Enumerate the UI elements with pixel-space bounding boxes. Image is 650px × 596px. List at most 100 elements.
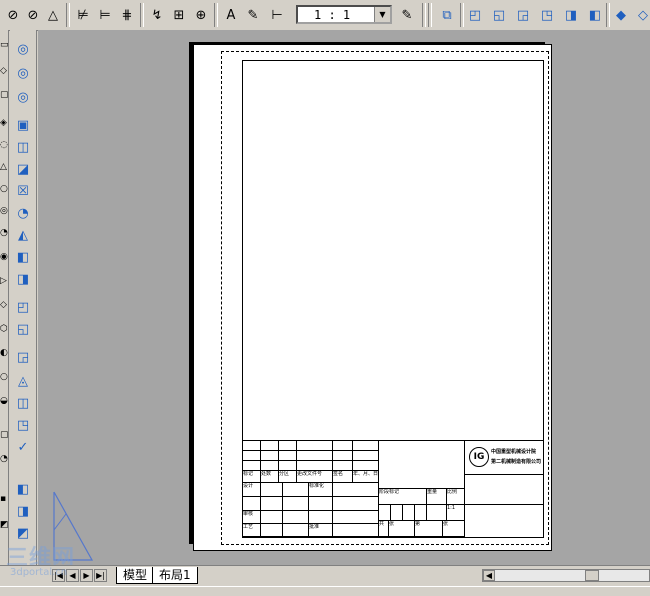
tool-icon[interactable]: ◈: [0, 118, 8, 132]
layout-tab-bar: |◀ ◀ ▶ ▶| 模型 布局1 ◀: [0, 565, 650, 586]
cube-front-icon[interactable]: ◱: [488, 4, 510, 26]
extrude-face-icon[interactable]: ▣: [12, 114, 34, 136]
tb-cell: [379, 505, 391, 521]
tb-sheet: 张: [389, 521, 415, 537]
color-face-icon[interactable]: ◨: [12, 268, 34, 290]
view-icon[interactable]: ⧉: [436, 4, 458, 26]
separate-icon[interactable]: ◫: [12, 392, 34, 414]
tool-icon[interactable]: ◔: [0, 454, 8, 468]
dim-style-icon[interactable]: ⊢: [266, 4, 288, 26]
color-edge-icon[interactable]: ◱: [12, 318, 34, 340]
delete-face-icon[interactable]: ☒: [12, 180, 34, 202]
tool-icon[interactable]: ◐: [0, 348, 8, 362]
tool-icon[interactable]: ▢: [0, 430, 8, 444]
toolbar-separator: [140, 3, 144, 27]
tb-page: 张: [443, 521, 465, 537]
scale-edit-icon[interactable]: ✎: [396, 4, 418, 26]
tb-label: 分区: [279, 471, 297, 483]
tab-model[interactable]: 模型: [116, 567, 155, 584]
cube-right-icon[interactable]: ◳: [536, 4, 558, 26]
scroll-left-icon[interactable]: ◀: [483, 570, 495, 581]
solid-subtract-icon[interactable]: ◎: [12, 62, 34, 84]
prev-tab-icon[interactable]: ◀: [66, 569, 79, 582]
tb-drawing-name: [379, 441, 465, 489]
offset-face-icon[interactable]: ◪: [12, 158, 34, 180]
tb-cell: [243, 497, 261, 511]
cube-iso-icon[interactable]: ◆: [610, 4, 632, 26]
tb-stage-mark: 阶段标记: [379, 489, 427, 505]
layer2-icon[interactable]: ◨: [12, 500, 34, 522]
solid-intersect-icon[interactable]: ◎: [12, 86, 34, 108]
tb-cell: [279, 441, 297, 451]
tb-cell: [415, 505, 427, 521]
move-face-icon[interactable]: ◫: [12, 136, 34, 158]
copy-edge-icon[interactable]: ◰: [12, 296, 34, 318]
target-icon[interactable]: ⊕: [190, 4, 212, 26]
dim-icon[interactable]: ⊨: [94, 4, 116, 26]
dim-grid-icon[interactable]: ⋕: [116, 4, 138, 26]
leader-icon[interactable]: ↯: [146, 4, 168, 26]
tb-label: 标记: [243, 471, 261, 483]
tool-icon[interactable]: ▭: [0, 40, 8, 54]
tool-icon[interactable]: ◒: [0, 396, 8, 410]
tool-icon[interactable]: ▢: [0, 90, 8, 104]
tool-icon[interactable]: ◉: [0, 252, 8, 266]
shell-icon[interactable]: ◳: [12, 414, 34, 436]
taper-face-icon[interactable]: ◭: [12, 224, 34, 246]
scale-combo[interactable]: 1 : 1 ▼: [296, 5, 392, 24]
tb-weight: 重量: [427, 489, 447, 505]
last-tab-icon[interactable]: ▶|: [94, 569, 107, 582]
dim-align-icon[interactable]: ⊭: [72, 4, 94, 26]
tool-icon[interactable]: ○: [0, 372, 8, 386]
text-edit-icon[interactable]: ✎: [242, 4, 264, 26]
solid-union-icon[interactable]: ◎: [12, 38, 34, 60]
text-a-icon[interactable]: A: [220, 4, 242, 26]
cube-iso-icon[interactable]: ◧: [584, 4, 606, 26]
cube-iso2-icon[interactable]: ◇: [632, 4, 650, 26]
cube-top-icon[interactable]: ◰: [464, 4, 486, 26]
drawing-canvas[interactable]: 标记 处数 分区 更改文件号 签名 年、月、日 设计 标准化 审核 工艺 批准 …: [38, 30, 650, 565]
chevron-down-icon[interactable]: ▼: [374, 7, 390, 22]
tb-cell: [261, 451, 279, 461]
tool-icon[interactable]: △: [0, 162, 8, 176]
tool-icon[interactable]: ◩: [0, 520, 8, 534]
tb-total: 共: [379, 521, 389, 537]
zoom-box-icon[interactable]: ⊞: [168, 4, 190, 26]
tool-icon[interactable]: ▷: [0, 276, 8, 290]
layer-icon[interactable]: ◧: [12, 478, 34, 500]
toolbar-separator: [422, 3, 426, 27]
tb-cell: [283, 511, 309, 524]
tb-cell: [297, 441, 333, 451]
circle-slash-icon[interactable]: ⊘: [2, 4, 24, 26]
imprint-icon[interactable]: ◲: [12, 346, 34, 368]
clean-icon[interactable]: ◬: [12, 370, 34, 392]
cube-back-icon[interactable]: ◨: [560, 4, 582, 26]
tb-cell: [261, 441, 279, 451]
horizontal-scrollbar[interactable]: ◀: [482, 569, 650, 582]
tool-icon[interactable]: ⬡: [0, 324, 8, 338]
next-tab-icon[interactable]: ▶: [80, 569, 93, 582]
tb-designer: 设计: [243, 483, 261, 497]
tool-icon[interactable]: ◔: [0, 228, 8, 242]
tb-cell: [333, 483, 379, 497]
tb-cell: [333, 451, 353, 461]
rotate-face-icon[interactable]: ◔: [12, 202, 34, 224]
check-icon[interactable]: ✓: [12, 436, 34, 458]
top-toolbar: ⊘ ⊘ △ ⊭ ⊨ ⋕ ↯ ⊞ ⊕ A ✎ ⊢ 1 : 1 ▼ ✎ ⧉ ◰ ◱ …: [0, 0, 650, 31]
tb-cell: [333, 524, 379, 537]
tool-icon[interactable]: ▪: [0, 494, 8, 508]
tb-cell: [353, 441, 379, 451]
tool-icon[interactable]: ○: [0, 184, 8, 198]
tool-icon[interactable]: ◇: [0, 66, 8, 80]
circle-slash-icon[interactable]: ⊘: [22, 4, 44, 26]
cube-left-icon[interactable]: ◲: [512, 4, 534, 26]
triangle-icon[interactable]: △: [42, 4, 64, 26]
tab-layout1[interactable]: 布局1: [152, 567, 198, 584]
tb-cell: [391, 505, 403, 521]
copy-face-icon[interactable]: ◧: [12, 246, 34, 268]
tool-icon[interactable]: ◇: [0, 300, 8, 314]
scroll-thumb[interactable]: [585, 570, 599, 581]
tool-icon[interactable]: ◎: [0, 206, 8, 220]
tool-icon[interactable]: ◌: [0, 140, 8, 154]
tb-cell: [261, 524, 283, 537]
